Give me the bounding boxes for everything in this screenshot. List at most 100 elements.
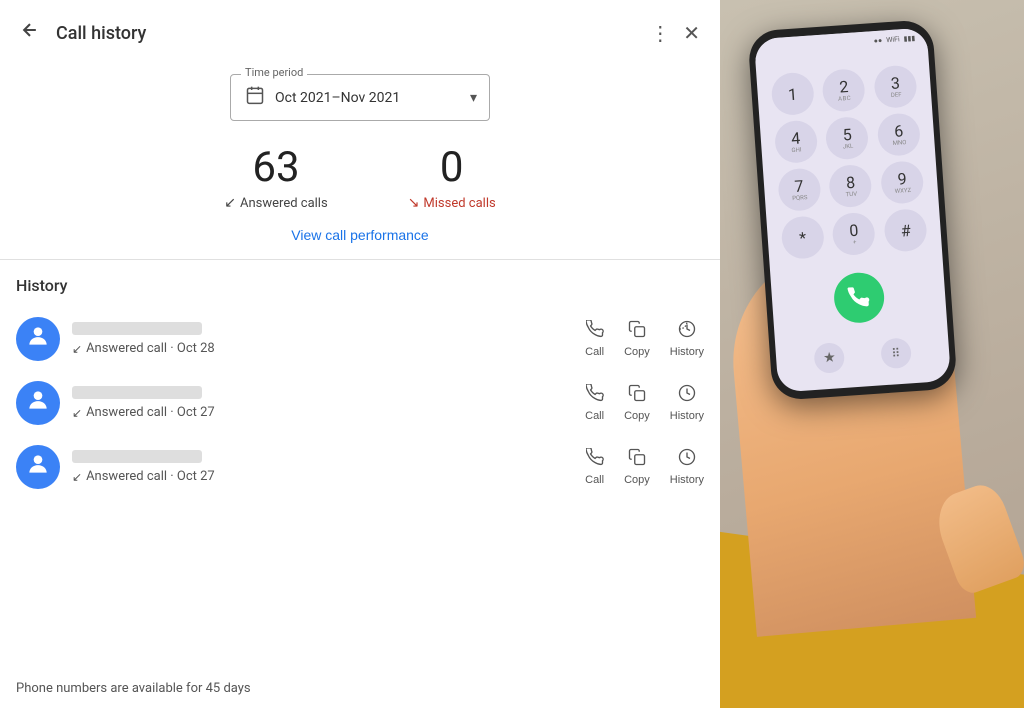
calendar-icon [245, 85, 265, 110]
call-info: ↙ Answered call · Oct 27 [72, 386, 573, 420]
call-button[interactable]: Call [585, 448, 604, 486]
history-button[interactable]: History [670, 384, 704, 422]
call-name-blur [72, 450, 202, 463]
copy-label: Copy [624, 410, 650, 422]
view-performance-link[interactable]: View call performance [291, 227, 428, 243]
dial-key-9[interactable]: 9WXYZ [880, 160, 925, 205]
dialpad: 1 2ABC 3DEF 4GHI 5JKL 6MNO 7PQRS 8TUV 9W… [756, 55, 943, 269]
missed-label-row: ↘ Missed calls [408, 195, 496, 211]
dial-key-1[interactable]: 1 [770, 71, 815, 116]
history-section: History ↙ Answered call · Oc [0, 260, 720, 507]
call-detail: ↙ Answered call · Oct 27 [72, 405, 573, 420]
time-period-section: Time period Oct 2021–Nov 2021 ▾ [0, 62, 720, 137]
dial-key-4[interactable]: 4GHI [774, 119, 819, 164]
answered-label-row: ↙ Answered calls [224, 195, 327, 211]
phone-icon [586, 384, 604, 407]
answered-count: 63 [252, 145, 299, 191]
dropdown-arrow-icon: ▾ [470, 90, 477, 106]
copy-label: Copy [624, 474, 650, 486]
history-title: History [16, 276, 704, 295]
person-icon [25, 451, 51, 483]
copy-icon [628, 320, 646, 343]
dial-key-star[interactable]: * [780, 215, 825, 260]
answered-stat: 63 ↙ Answered calls [224, 145, 327, 211]
call-detail-text: Answered call · Oct 27 [86, 469, 215, 484]
stats-section: 63 ↙ Answered calls 0 ↘ Missed calls [0, 137, 720, 215]
missed-stat: 0 ↘ Missed calls [408, 145, 496, 211]
dial-key-0[interactable]: 0+ [832, 212, 877, 257]
time-period-label: Time period [241, 66, 307, 79]
phone-icon [586, 320, 604, 343]
copy-button[interactable]: Copy [624, 320, 650, 358]
history-icon [678, 384, 696, 407]
copy-icon [628, 448, 646, 471]
call-detail-text: Answered call · Oct 28 [86, 341, 215, 356]
footer-note: Phone numbers are available for 45 days [0, 669, 720, 708]
call-actions: Call Copy [585, 384, 704, 422]
answered-call-icon: ↙ [72, 406, 82, 420]
time-period-value: Oct 2021–Nov 2021 [275, 90, 449, 106]
history-icon [678, 448, 696, 471]
person-icon [25, 387, 51, 419]
answered-icon: ↙ [224, 195, 236, 211]
green-call-button[interactable] [832, 271, 885, 324]
missed-count: 0 [440, 145, 464, 191]
more-options-button[interactable]: ⋮ [642, 17, 679, 50]
avatar [16, 445, 60, 489]
person-icon [25, 323, 51, 355]
call-label: Call [585, 410, 604, 422]
call-label: Call [585, 474, 604, 486]
answered-label: Answered calls [240, 196, 328, 211]
history-button[interactable]: History [670, 448, 704, 486]
history-label: History [670, 410, 704, 422]
dial-key-8[interactable]: 8TUV [828, 164, 873, 209]
call-info: ↙ Answered call · Oct 27 [72, 450, 573, 484]
call-item: ↙ Answered call · Oct 27 Call [16, 371, 704, 435]
close-button[interactable]: ✕ [679, 17, 704, 50]
phone-icon [586, 448, 604, 471]
call-item: ↙ Answered call · Oct 27 Call [16, 435, 704, 499]
call-history-panel: Call history ⋮ ✕ Time period Oct 2021–No… [0, 0, 720, 708]
copy-label: Copy [624, 346, 650, 358]
dial-key-3[interactable]: 3DEF [873, 64, 918, 109]
bottom-dial-icon[interactable]: ⠿ [880, 337, 912, 369]
call-actions: Call Copy [585, 448, 704, 486]
dial-key-hash[interactable]: # [883, 208, 928, 253]
copy-button[interactable]: Copy [624, 384, 650, 422]
avatar [16, 381, 60, 425]
dial-key-6[interactable]: 6MNO [877, 112, 922, 157]
right-panel: ●● WiFi ▮▮▮ 1 2ABC 3DEF 4GHI 5JKL 6MNO 7… [720, 0, 1024, 708]
call-button[interactable]: Call [585, 320, 604, 358]
header: Call history ⋮ ✕ [0, 0, 720, 62]
back-button[interactable] [16, 16, 44, 50]
history-label: History [670, 474, 704, 486]
call-name-blur [72, 322, 202, 335]
history-icon [678, 320, 696, 343]
dial-key-7[interactable]: 7PQRS [777, 167, 822, 212]
view-performance-section: View call performance [0, 215, 720, 259]
history-button[interactable]: History [670, 320, 704, 358]
call-detail: ↙ Answered call · Oct 28 [72, 341, 573, 356]
call-detail: ↙ Answered call · Oct 27 [72, 469, 573, 484]
dial-key-2[interactable]: 2ABC [822, 68, 867, 113]
history-label: History [670, 346, 704, 358]
time-period-select[interactable]: Time period Oct 2021–Nov 2021 ▾ [230, 74, 490, 121]
answered-call-icon: ↙ [72, 470, 82, 484]
call-button[interactable]: Call [585, 384, 604, 422]
call-info: ↙ Answered call · Oct 28 [72, 322, 573, 356]
dial-key-5[interactable]: 5JKL [825, 116, 870, 161]
avatar [16, 317, 60, 361]
copy-icon [628, 384, 646, 407]
call-item: ↙ Answered call · Oct 28 Call [16, 307, 704, 371]
call-label: Call [585, 346, 604, 358]
bottom-star-icon[interactable]: ★ [814, 342, 846, 374]
call-name-blur [72, 386, 202, 399]
call-detail-text: Answered call · Oct 27 [86, 405, 215, 420]
answered-call-icon: ↙ [72, 342, 82, 356]
page-title: Call history [56, 23, 642, 44]
call-list: ↙ Answered call · Oct 28 Call [16, 307, 704, 499]
copy-button[interactable]: Copy [624, 448, 650, 486]
missed-icon: ↘ [408, 195, 420, 211]
missed-label: Missed calls [423, 196, 495, 211]
call-actions: Call Copy [585, 320, 704, 358]
